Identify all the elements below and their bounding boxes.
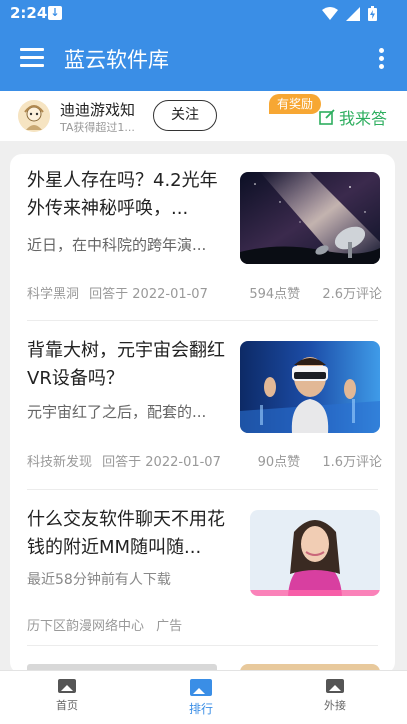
list-item[interactable]: 背靠大树，元宇宙会翻红VR设备吗？ 元宇宙红了之后，配套的... 科技新发现 回… [10, 321, 395, 489]
item-source[interactable]: 科学黑洞 [27, 287, 79, 302]
image-icon [190, 679, 212, 696]
avatar[interactable] [18, 100, 50, 132]
item-meta: 科学黑洞 回答于 2022-01-07 594点赞 2.6万评论 [27, 283, 382, 302]
list-item[interactable]: 外星人存在吗？4.2光年外传来神秘呼唤，... 近日，在中科院的跨年演... 科… [10, 154, 395, 320]
item-desc: 元宇宙红了之后，配套的... [27, 403, 207, 421]
wifi-icon [322, 6, 338, 20]
tab-home[interactable]: 首页 [27, 679, 107, 713]
item-title[interactable]: 外星人存在吗？4.2光年外传来神秘呼唤，... [27, 167, 232, 223]
item-source[interactable]: 历下区韵漫网络中心 [27, 619, 144, 634]
system-icons [322, 6, 377, 21]
item-comments: 2.6万评论 [322, 287, 382, 302]
answer-button[interactable]: 我来答 [319, 105, 387, 129]
tab-external[interactable]: 外接 [295, 679, 375, 713]
more-options-icon[interactable] [379, 48, 385, 72]
app-title: 蓝云软件库 [64, 48, 169, 72]
item-answered: 回答于 2022-01-07 [89, 287, 208, 302]
ad-list-item[interactable]: 什么交友软件聊天不用花钱的附近MM随叫随... 最近58分钟前有人下载 历下区韵… [10, 490, 395, 645]
item-desc: 近日，在中科院的跨年演... [27, 236, 207, 254]
item-comments: 1.6万评论 [322, 455, 382, 470]
status-bar: 2:24 ↓ [0, 0, 407, 28]
thumbnail-vr-headset[interactable] [240, 341, 380, 433]
item-meta: 科技新发现 回答于 2022-01-07 90点赞 1.6万评论 [27, 451, 382, 470]
app-bar: 蓝云软件库 [0, 28, 407, 91]
menu-icon[interactable] [20, 48, 44, 68]
battery-icon [368, 6, 377, 21]
user-subtitle: TA获得超过1... [60, 121, 135, 134]
reward-badge: 有奖励 [269, 94, 322, 114]
status-time: 2:24 [10, 4, 48, 22]
user-name[interactable]: 迪迪游戏知 [60, 99, 135, 120]
item-title[interactable]: 什么交友软件聊天不用花钱的附近MM随叫随... [27, 506, 242, 562]
item-desc: 最近58分钟前有人下载 [27, 572, 171, 588]
tab-label: 排行 [188, 702, 213, 716]
tab-label: 外接 [324, 699, 346, 712]
ad-label: 广告 [156, 619, 183, 634]
item-likes: 90点赞 [257, 455, 301, 470]
feed-list: 外星人存在吗？4.2光年外传来神秘呼唤，... 近日，在中科院的跨年演... 科… [10, 154, 395, 674]
tab-ranking[interactable]: 排行 [161, 679, 241, 717]
answer-label: 我来答 [338, 109, 387, 128]
signal-icon [346, 6, 360, 21]
item-source[interactable]: 科技新发现 [27, 455, 92, 470]
item-title[interactable]: 背靠大树，元宇宙会翻红VR设备吗？ [27, 337, 232, 393]
tab-label: 首页 [56, 699, 78, 712]
download-icon: ↓ [48, 6, 62, 20]
item-likes: 594点赞 [249, 287, 301, 302]
image-icon [58, 679, 76, 693]
edit-icon [319, 109, 335, 125]
thumbnail-milky-way[interactable] [240, 172, 380, 264]
user-bar: 迪迪游戏知 TA获得超过1... 关注 有奖励 我来答 [0, 91, 407, 141]
item-answered: 回答于 2022-01-07 [102, 455, 221, 470]
image-icon [326, 679, 344, 693]
thumbnail-woman[interactable] [250, 510, 380, 596]
bottom-tab-bar: 首页 排行 外接 [0, 670, 407, 724]
item-meta: 历下区韵漫网络中心 广告 [27, 615, 382, 634]
follow-button[interactable]: 关注 [153, 100, 217, 131]
